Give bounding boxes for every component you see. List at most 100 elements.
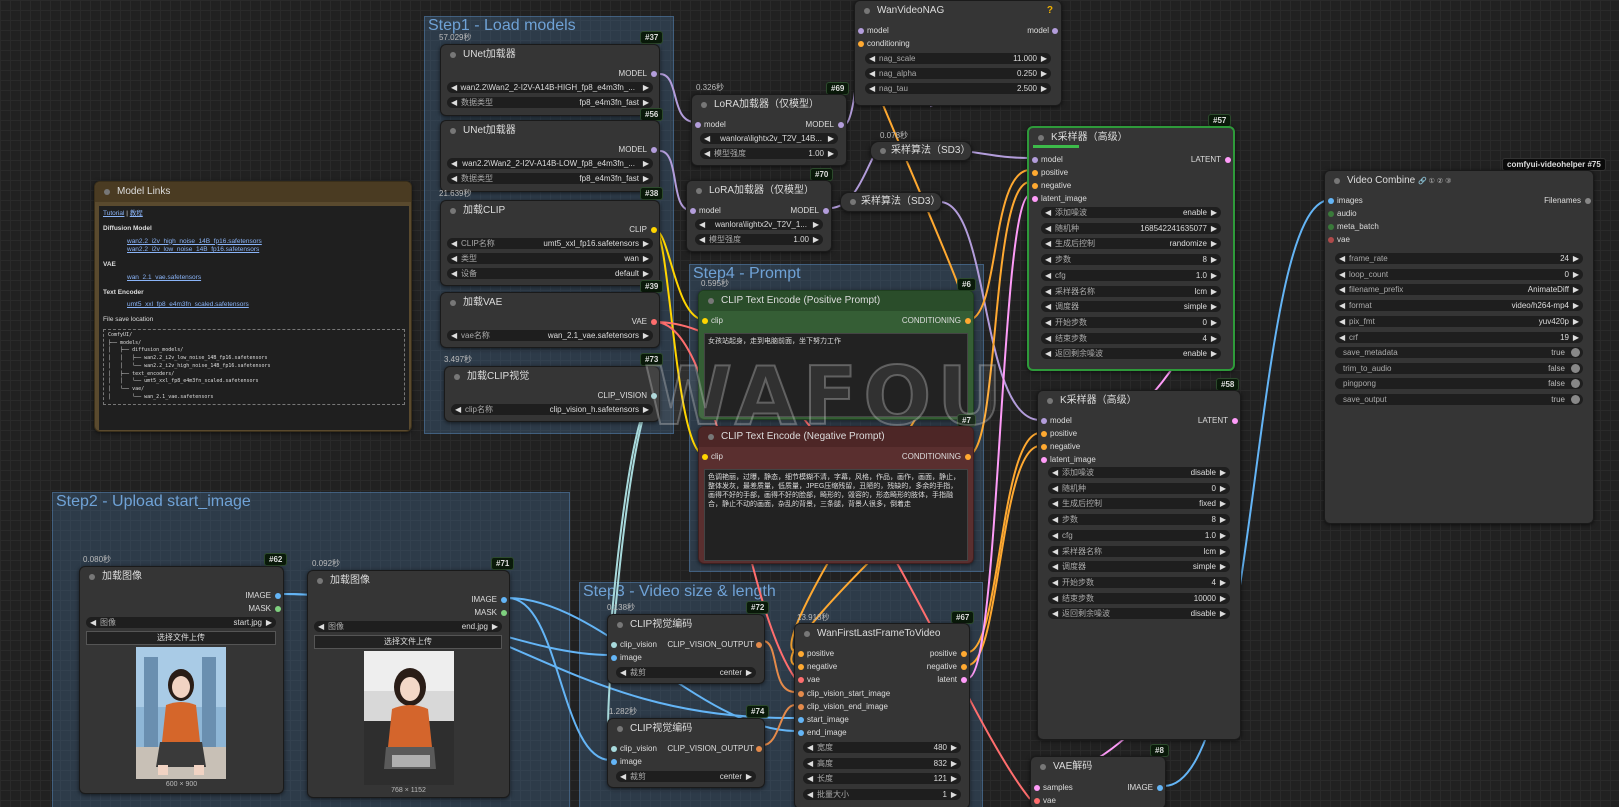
widget-nag-scale[interactable]: ◀ nag_scale 11.000 ▶ xyxy=(865,53,1051,64)
widget-crop[interactable]: ◀ 裁剪 center ▶ xyxy=(616,667,756,678)
widget-video-setting[interactable]: ◀ pix_fmt yuv420p ▶ xyxy=(1335,315,1583,327)
node-ksampler-advanced-1[interactable]: K采样器（高级） model LATENT positive negative … xyxy=(1027,126,1235,371)
output-socket-latent[interactable] xyxy=(1225,157,1231,163)
toggle-video-option[interactable]: trim_to_audio false xyxy=(1335,362,1583,374)
node-clip-vision-encode-2[interactable]: CLIP视觉编码 clip_vision CLIP_VISION_OUTPUT … xyxy=(607,718,765,788)
node-model-sampling-sd3-1[interactable]: 采样算法（SD3） xyxy=(870,141,972,161)
model-link[interactable]: wan2.2_i2v_high_noise_14B_fp16.safetenso… xyxy=(127,238,262,245)
output-socket-model[interactable] xyxy=(651,71,657,77)
collapse-dot-icon[interactable] xyxy=(89,574,95,580)
output-socket-conditioning[interactable] xyxy=(965,318,971,324)
node-model-sampling-sd3-2[interactable]: 采样算法（SD3） xyxy=(840,192,942,212)
input-socket-model[interactable] xyxy=(690,208,696,214)
node-wan-video-nag[interactable]: WanVideoNAG ? model model conditioning ◀… xyxy=(854,0,1062,106)
collapse-dot-icon[interactable] xyxy=(450,52,456,58)
help-icon[interactable]: ? xyxy=(1047,5,1053,16)
prompt-textarea[interactable]: 色调艳丽，过曝，静态，细节模糊不清，字幕，风格，作品，画作，画面，静止，整体发灰… xyxy=(704,469,968,561)
widget-video-setting[interactable]: ◀ loop_count 0 ▶ xyxy=(1335,268,1583,280)
input-socket-image[interactable] xyxy=(611,759,617,765)
widget-sampler-setting[interactable]: ◀ 返回剩余噪波 enable ▶ xyxy=(1041,348,1221,360)
input-socket[interactable] xyxy=(798,730,804,737)
widget-lora-strength[interactable]: ◀ 模型强度 1.00 ▶ xyxy=(700,148,838,159)
widget-sampler-setting[interactable]: ◀ 随机种 0 ▶ xyxy=(1048,482,1230,494)
widget-crop[interactable]: ◀ 裁剪 center ▶ xyxy=(616,771,756,782)
input-socket[interactable] xyxy=(798,703,804,710)
model-link[interactable]: umt5_xxl_fp8_e4m3fn_scaled.safetensors xyxy=(127,301,249,308)
collapse-dot-icon[interactable] xyxy=(1334,178,1340,184)
collapse-dot-icon[interactable] xyxy=(864,8,870,14)
input-socket-conditioning[interactable] xyxy=(858,41,864,47)
widget-sampler-setting[interactable]: ◀ 开始步数 4 ▶ xyxy=(1048,576,1230,588)
node-clip-vision-encode-1[interactable]: CLIP视觉编码 clip_vision CLIP_VISION_OUTPUT … xyxy=(607,614,765,684)
output-socket[interactable] xyxy=(961,664,967,671)
widget-clip-type[interactable]: ◀ 类型 wan ▶ xyxy=(447,253,653,264)
widget-sampler-setting[interactable]: ◀ 调度器 simple ▶ xyxy=(1048,561,1230,573)
input-socket[interactable] xyxy=(798,677,804,684)
widget-video-size[interactable]: ◀ 宽度 480 ▶ xyxy=(803,742,961,753)
input-socket-samples[interactable] xyxy=(1034,785,1040,791)
output-socket-mask[interactable] xyxy=(501,610,507,616)
widget-video-setting[interactable]: ◀ format video/h264-mp4 ▶ xyxy=(1335,300,1583,312)
input-socket-latent-image[interactable] xyxy=(1041,457,1047,463)
widget-weight-dtype[interactable]: ◀ 数据类型 fp8_e4m3fn_fast ▶ xyxy=(447,97,653,108)
input-socket-model[interactable] xyxy=(1032,157,1038,163)
input-socket-meta-batch[interactable] xyxy=(1328,224,1334,230)
widget-sampler-setting[interactable]: ◀ cfg 1.0 ▶ xyxy=(1048,529,1230,541)
input-socket-negative[interactable] xyxy=(1032,183,1038,189)
input-socket-model[interactable] xyxy=(1041,418,1047,424)
widget-lora-name[interactable]: ◀ wanlora\lightx2v_T2V_14B... ▶ xyxy=(700,133,838,144)
collapse-dot-icon[interactable] xyxy=(317,578,323,584)
widget-sampler-setting[interactable]: ◀ 步数 8 ▶ xyxy=(1048,514,1230,526)
output-socket-model[interactable] xyxy=(1052,28,1058,34)
widget-sampler-setting[interactable]: ◀ 返回剩余噪波 disable ▶ xyxy=(1048,608,1230,620)
widget-lora-name[interactable]: ◀ wanlora\lightx2v_T2V_1... ▶ xyxy=(695,219,823,230)
widget-lora-strength[interactable]: ◀ 模型强度 1.00 ▶ xyxy=(695,234,823,245)
widget-clip-name[interactable]: ◀ CLIP名称 umt5_xxl_fp16.safetensors ▶ xyxy=(447,238,653,249)
node-clip-text-encode-negative[interactable]: CLIP Text Encode (Negative Prompt) clip … xyxy=(698,426,974,564)
output-socket-mask[interactable] xyxy=(275,606,281,612)
output-socket-image[interactable] xyxy=(275,593,281,599)
widget-sampler-setting[interactable]: ◀ 生成后控制 randomize ▶ xyxy=(1041,238,1221,250)
output-socket-clip[interactable] xyxy=(651,227,657,233)
input-socket-positive[interactable] xyxy=(1032,170,1038,176)
widget-video-setting[interactable]: ◀ frame_rate 24 ▶ xyxy=(1335,253,1583,264)
widget-sampler-setting[interactable]: ◀ 生成后控制 fixed ▶ xyxy=(1048,498,1230,510)
output-socket-model[interactable] xyxy=(838,122,844,128)
output-socket-model[interactable] xyxy=(823,208,829,214)
widget-sampler-setting[interactable]: ◀ 调度器 simple ▶ xyxy=(1041,301,1221,313)
input-socket[interactable] xyxy=(798,664,804,671)
toggle-video-option[interactable]: pingpong false xyxy=(1335,378,1583,390)
widget-sampler-setting[interactable]: ◀ 开始步数 0 ▶ xyxy=(1041,316,1221,328)
node-load-vae[interactable]: 加载VAE VAE ◀ vae名称 wan_2.1_vae.safetensors ▶ xyxy=(440,292,660,348)
node-load-image-start[interactable]: 加载图像 IMAGE MASK ◀ 图像 start.jpg ▶ 选择文件上传 600… xyxy=(79,566,284,794)
input-socket-model[interactable] xyxy=(858,28,864,34)
widget-video-size[interactable]: ◀ 长度 121 ▶ xyxy=(803,773,961,785)
output-socket[interactable] xyxy=(961,677,967,684)
collapse-dot-icon[interactable] xyxy=(617,726,623,732)
input-socket[interactable] xyxy=(798,690,804,697)
node-video-combine[interactable]: Video Combine 🔗 ① ② ③ images Filenames a… xyxy=(1324,170,1594,524)
widget-sampler-setting[interactable]: ◀ 步数 8 ▶ xyxy=(1041,254,1221,266)
node-ksampler-advanced-2[interactable]: K采样器（高级） model LATENT positive negative … xyxy=(1037,390,1241,740)
node-wan-first-last-frame-to-video[interactable]: WanFirstLastFrameToVideo positive negativ… xyxy=(794,623,970,807)
output-socket-clip-vision-output[interactable] xyxy=(756,642,762,648)
input-socket-image[interactable] xyxy=(611,655,617,661)
input-socket[interactable] xyxy=(798,651,804,657)
input-socket-clip-vision[interactable] xyxy=(611,642,617,648)
output-socket[interactable] xyxy=(961,651,967,657)
widget-clip-device[interactable]: ◀ 设备 default ▶ xyxy=(447,268,653,279)
widget-video-size[interactable]: ◀ 批量大小 1 ▶ xyxy=(803,789,961,801)
widget-unet-name[interactable]: ◀ wan2.2\Wan2_2-I2V-A14B-LOW_fp8_e4m3fn_.… xyxy=(447,158,653,169)
input-socket-images[interactable] xyxy=(1328,198,1334,204)
collapse-dot-icon[interactable] xyxy=(450,128,456,134)
widget-sampler-setting[interactable]: ◀ 采样器名称 lcm ▶ xyxy=(1048,545,1230,557)
output-socket-filenames[interactable] xyxy=(1585,198,1591,204)
input-socket-model[interactable] xyxy=(695,122,701,128)
collapse-dot-icon[interactable] xyxy=(850,199,856,205)
input-socket-negative[interactable] xyxy=(1041,444,1047,450)
collapse-dot-icon[interactable] xyxy=(1047,398,1053,404)
output-socket-vae[interactable] xyxy=(651,319,657,325)
collapse-dot-icon[interactable] xyxy=(104,189,110,195)
widget-sampler-setting[interactable]: ◀ 结束步数 4 ▶ xyxy=(1041,332,1221,344)
input-socket-latent-image[interactable] xyxy=(1032,196,1038,202)
